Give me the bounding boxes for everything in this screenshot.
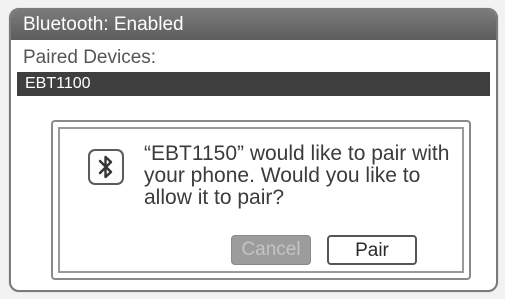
pair-button[interactable]: Pair <box>327 235 417 265</box>
bluetooth-icon <box>88 149 124 185</box>
status-bar: Bluetooth: Enabled <box>11 10 496 40</box>
paired-devices-label: Paired Devices: <box>23 47 157 68</box>
bluetooth-screen: Bluetooth: Enabled Paired Devices: EBT11… <box>9 8 498 292</box>
cancel-button[interactable]: Cancel <box>231 235 311 265</box>
list-item-ebt1100[interactable]: EBT1100 <box>17 72 490 96</box>
dialog-message: “EBT1150” would like to pair with your p… <box>144 142 450 209</box>
pair-dialog-body: “EBT1150” would like to pair with your p… <box>58 127 464 273</box>
pair-dialog: “EBT1150” would like to pair with your p… <box>51 120 471 280</box>
status-title: Bluetooth: Enabled <box>23 14 184 35</box>
device-name: EBT1100 <box>25 75 91 92</box>
